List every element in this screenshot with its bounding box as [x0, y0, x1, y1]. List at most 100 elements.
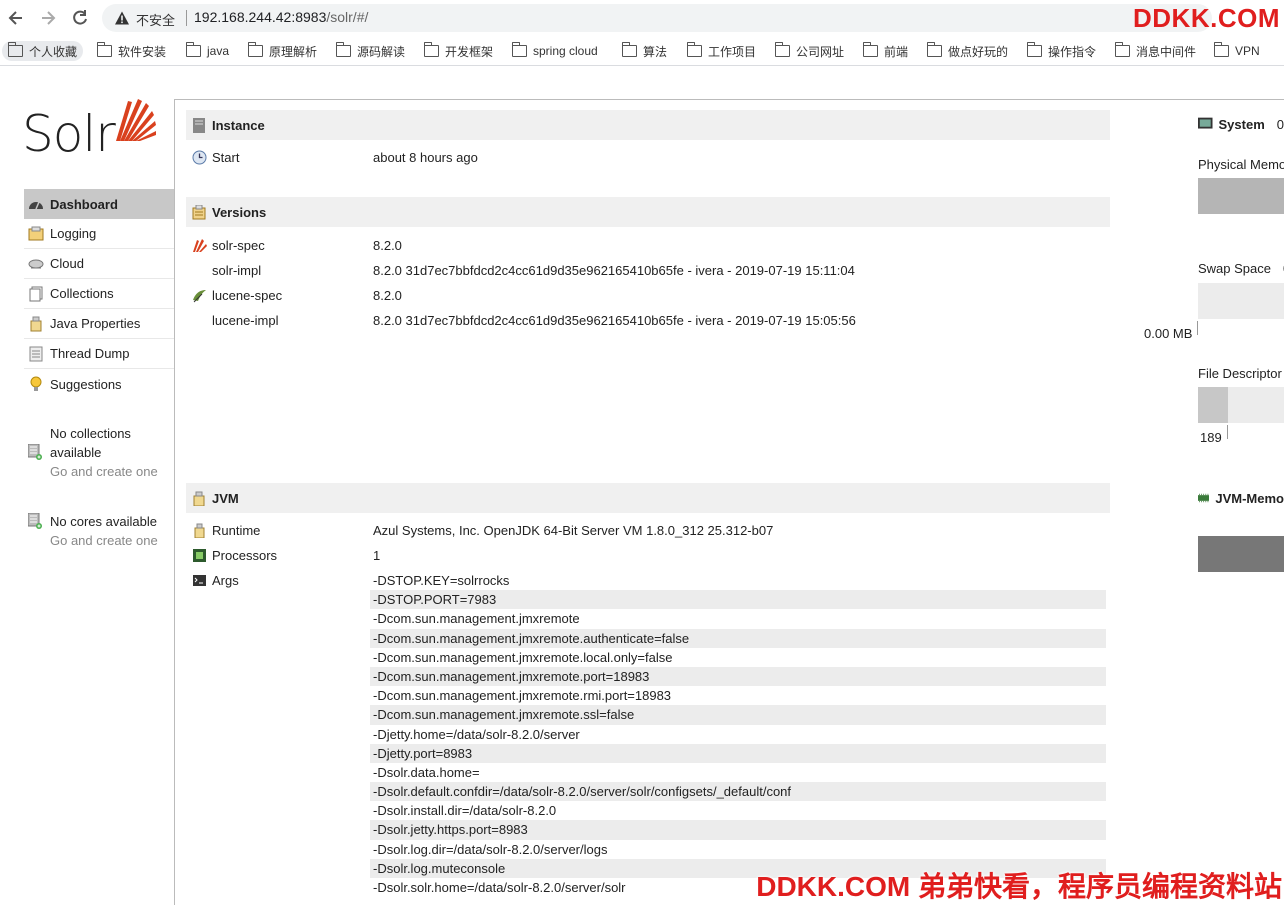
- jvm-arg: -Dcom.sun.management.jmxremote.ssl=false: [370, 705, 1106, 725]
- file-descriptor-value: 189: [1200, 430, 1222, 445]
- sidebar-item-cloud[interactable]: Cloud: [24, 249, 174, 279]
- bookmark-label: 做点好玩的: [948, 44, 1009, 59]
- create-collection-link[interactable]: Go and create one: [50, 462, 168, 481]
- server-icon: [193, 117, 205, 133]
- no-collections-line1: No collections: [50, 426, 131, 441]
- folder-icon: [7, 42, 23, 57]
- versions-title: Versions: [212, 204, 267, 220]
- swap-value: 0.00 MB: [1144, 326, 1193, 341]
- version-value: 8.2.0: [373, 238, 402, 253]
- back-button[interactable]: [6, 8, 26, 28]
- jvm-arg: -DSTOP.PORT=7983: [370, 590, 1106, 610]
- bookmark-label: java: [207, 44, 230, 58]
- bookmark-label: 个人收藏: [29, 44, 78, 59]
- bookmark-item[interactable]: 个人收藏: [2, 41, 84, 61]
- physical-memory-label: Physical Memo: [1198, 157, 1284, 172]
- create-core-link[interactable]: Go and create one: [50, 531, 168, 550]
- bookmark-item[interactable]: 算法: [621, 41, 667, 61]
- bookmark-item[interactable]: 操作指令: [1026, 41, 1096, 61]
- bookmark-label: 开发框架: [445, 44, 494, 59]
- sidebar-item-logging[interactable]: Logging: [24, 219, 174, 249]
- bookmark-label: 软件安装: [118, 44, 167, 59]
- jvm-header: JVM: [186, 483, 1110, 513]
- sidebar-item-java-properties[interactable]: Java Properties: [24, 309, 174, 339]
- bookmark-item[interactable]: java: [185, 41, 230, 61]
- swap-tick: [1197, 321, 1198, 335]
- collection-add-icon: [28, 444, 42, 460]
- jvm-arg: -Dsolr.data.home=: [373, 764, 480, 780]
- folder-icon: [1026, 42, 1042, 57]
- jvm-memory-fill: [1198, 536, 1284, 572]
- sidebar-item-suggestions[interactable]: Suggestions: [24, 369, 174, 399]
- solr-logo[interactable]: Solr: [22, 97, 162, 167]
- sidebar-item-label: Logging: [50, 226, 97, 241]
- bookmark-item[interactable]: 原理解析: [247, 41, 317, 61]
- watermark-bottom: DDKK.COM 弟弟快看，程序员编程资料站: [756, 871, 1282, 902]
- processor-icon: [193, 549, 206, 562]
- solr-admin-page: Solr Dashboard Logging Cloud Collections…: [0, 67, 1284, 905]
- jvm-arg: -DSTOP.KEY=solrrocks: [373, 573, 510, 588]
- reload-button[interactable]: [70, 8, 90, 28]
- sidebar-item-label: Collections: [50, 286, 114, 301]
- bookmark-label: 公司网址: [796, 44, 845, 59]
- version-key: lucene-impl: [212, 313, 279, 328]
- no-collections-line2: available: [50, 445, 102, 460]
- bookmark-item[interactable]: VPN: [1213, 41, 1260, 61]
- url-path: /solr/#/: [326, 9, 369, 25]
- browser-address-row: 不安全 192.168.244.42:8983/solr/#/ DDKK.COM: [0, 0, 1284, 36]
- jvm-memory-title: JVM-Memo: [1215, 490, 1284, 506]
- sidebar-item-label: Cloud: [50, 256, 84, 271]
- runtime-value: Azul Systems, Inc. OpenJDK 64-Bit Server…: [373, 523, 774, 538]
- url-bar[interactable]: 不安全 192.168.244.42:8983/solr/#/: [102, 4, 1212, 32]
- jvm-arg: -Dcom.sun.management.jmxremote.port=1898…: [370, 666, 1106, 687]
- folder-icon: [185, 42, 201, 57]
- bookmark-label: 工作项目: [708, 44, 757, 59]
- bookmark-item[interactable]: 开发框架: [423, 41, 494, 61]
- start-label: Start: [212, 150, 240, 165]
- bookmark-item[interactable]: 前端: [862, 41, 908, 61]
- bookmark-label: 源码解读: [357, 44, 406, 59]
- logo-text: Solr: [22, 105, 116, 163]
- runtime-label: Runtime: [212, 523, 261, 538]
- bookmark-item[interactable]: 源码解读: [335, 41, 406, 61]
- runtime-icon: [194, 523, 205, 538]
- sidebar-nav: Dashboard Logging Cloud Collections Java…: [24, 189, 174, 399]
- bookmark-item[interactable]: 软件安装: [96, 41, 167, 61]
- collections-icon: [29, 286, 43, 301]
- jvm-runtime-row: Runtime Azul Systems, Inc. OpenJDK 64-Bi…: [190, 521, 1110, 541]
- folder-icon: [774, 42, 790, 57]
- bookmark-item[interactable]: 工作项目: [686, 41, 757, 61]
- version-row: solr-impl 8.2.0 31d7ec7bbfdcd2c4cc61d9d3…: [190, 261, 1110, 281]
- version-key: solr-impl: [212, 263, 262, 278]
- bookmark-item[interactable]: 消息中间件: [1114, 41, 1197, 61]
- no-cores-note: No cores available Go and create one: [28, 512, 168, 550]
- bookmark-item[interactable]: spring cloud: [511, 41, 598, 61]
- instance-header: Instance: [186, 110, 1110, 140]
- bookmark-item[interactable]: 做点好玩的: [926, 41, 1009, 61]
- folder-icon: [247, 42, 263, 57]
- jvm-arg: -Dsolr.default.confdir=/data/solr-8.2.0/…: [370, 782, 1106, 802]
- forward-button[interactable]: [38, 8, 58, 28]
- monitor-icon: [1198, 117, 1213, 129]
- jvm-title: JVM: [212, 490, 239, 506]
- forward-arrow-icon: [42, 11, 56, 25]
- system-title-suffix: 0: [1276, 116, 1284, 132]
- jvm-arg: -Dcom.sun.management.jmxremote.rmi.port=…: [373, 688, 672, 704]
- version-value: 8.2.0: [373, 288, 402, 303]
- logging-icon: [28, 226, 44, 240]
- version-key: solr-spec: [212, 238, 265, 253]
- version-row: lucene-spec 8.2.0: [190, 286, 1110, 306]
- bookmark-label: 消息中间件: [1136, 44, 1197, 59]
- folder-icon: [96, 42, 112, 57]
- sidebar-item-thread-dump[interactable]: Thread Dump: [24, 339, 174, 369]
- sidebar-item-dashboard[interactable]: Dashboard: [24, 189, 174, 219]
- java-icon: [30, 316, 42, 331]
- warning-icon: [115, 11, 129, 25]
- jvm-args-list: -DSTOP.KEY=solrrocks -DSTOP.PORT=7983 -D…: [370, 571, 1106, 897]
- jvm-arg: -Djetty.port=8983: [370, 743, 1106, 763]
- cloud-icon: [28, 259, 44, 268]
- version-key: lucene-spec: [212, 288, 283, 303]
- bookmark-item[interactable]: 公司网址: [774, 41, 845, 61]
- sidebar-item-collections[interactable]: Collections: [24, 279, 174, 309]
- file-descriptor-label: File Descriptor: [1198, 366, 1282, 381]
